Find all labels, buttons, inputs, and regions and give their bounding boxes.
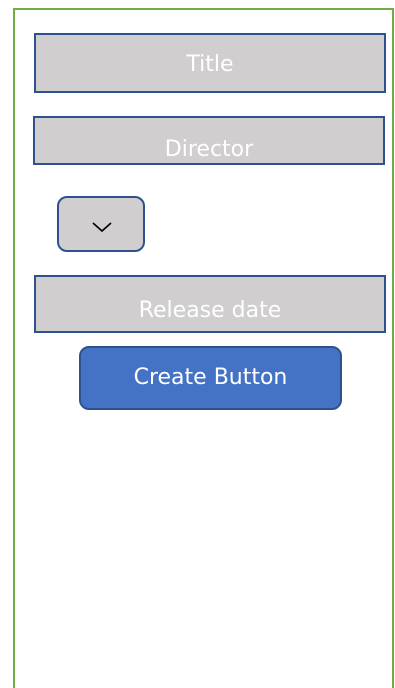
title-field-label: Title [186, 52, 234, 77]
director-field-label: Director [164, 137, 254, 162]
create-button[interactable]: Create Button [79, 346, 342, 410]
create-button-label: Create Button [133, 365, 288, 390]
director-field[interactable]: Director [33, 116, 385, 165]
genre-dropdown[interactable] [57, 196, 145, 252]
title-field[interactable]: Title [34, 33, 386, 93]
chevron-down-icon [92, 222, 112, 233]
release-date-field[interactable]: Release date [34, 275, 386, 333]
release-date-field-label: Release date [138, 298, 282, 323]
